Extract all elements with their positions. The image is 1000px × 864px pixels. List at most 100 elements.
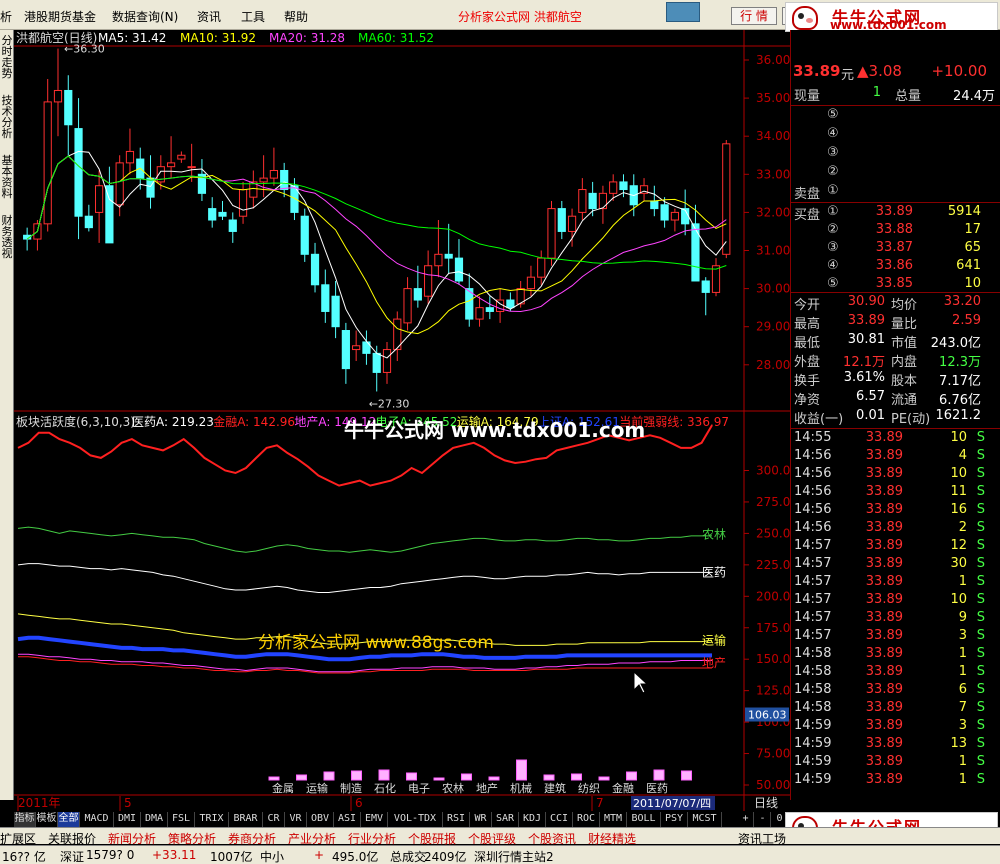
indicator-tab-emv[interactable]: EMV [361,812,388,827]
indicator-tab-mtm[interactable]: MTM [600,812,627,827]
candle-body [228,219,237,232]
stat-row: 净资 6.57 流通 6.76亿 [791,389,1000,408]
scroll-control-1[interactable]: + [738,812,754,827]
indicator-tick-label: 275.00 [756,495,790,509]
indicator-tab-vol-tdx[interactable]: VOL-TDX [388,812,443,827]
tick-time: 14:56 [794,448,832,463]
tick-price: 33.89 [865,556,903,571]
tick-price: 33.89 [865,466,903,481]
tick-volume: 30 [950,556,967,571]
indicator-tab-roc[interactable]: ROC [573,812,600,827]
menu-item-news[interactable]: 资讯 [197,8,221,25]
buy-row: ② 33.88 17 [791,222,1000,240]
indicator-tab-fsl[interactable]: FSL [168,812,195,827]
price-tick-label: 30.00 [756,282,790,296]
indicator-tab-cr[interactable]: CR [263,812,285,827]
menu-item-analysis[interactable]: 析 [0,8,12,25]
candle-body [382,349,392,373]
candle-body [105,185,114,244]
indicator-tab-vr[interactable]: VR [285,812,307,827]
indicator-tab-trix[interactable]: TRIX [195,812,229,827]
indicator-tab-dmi[interactable]: DMI [114,812,141,827]
sector-line-label: 农林 [702,528,726,542]
candle-body [567,215,577,232]
status-item: 中小 [260,850,285,864]
indicator-tab-boll[interactable]: BOLL [627,812,661,827]
candle-body [506,299,515,309]
indicator-tab-mcst[interactable]: MCST [688,812,722,827]
buy-volume: 5914 [947,204,981,219]
tick-volume: 13 [950,736,967,751]
tab-financials[interactable]: 财务透视 [0,215,14,259]
stat-value: 6.57 [856,389,885,404]
indicator-tab-模板[interactable]: 模板 [36,812,58,827]
tick-price: 33.89 [865,592,903,607]
buy-row: ④ 33.86 641 [791,258,1000,276]
sector-bar-label: 纺织 [578,781,600,795]
candle-body [588,192,597,210]
candle-body [321,284,330,312]
tick-price: 33.89 [865,538,903,553]
chart-area[interactable]: 36.00 35.00 34.00 33.00 32.00 31.00 30.00 29.00… [14,30,798,826]
buy-row: ③ 33.87 65 [791,240,1000,258]
indicator-tab-brar[interactable]: BRAR [229,812,263,827]
indicator-tab-sar[interactable]: SAR [492,812,519,827]
indicator-tab-rsi[interactable]: RSI [443,812,470,827]
candlestick-chart[interactable]: 36.00 35.00 34.00 33.00 32.00 31.00 30.00 29.00… [14,30,798,811]
status-item: 2409亿 [424,850,467,864]
tick-row: 14:55 33.89 10 S [791,430,1000,448]
menu-item-tools[interactable]: 工具 [241,8,265,25]
tick-price: 33.89 [865,628,903,643]
tick-volume: 2 [958,520,967,535]
current-value: 106.03 [748,709,787,722]
indicator-tab-asi[interactable]: ASI [334,812,361,827]
indicator-tab-obv[interactable]: OBV [307,812,334,827]
indicator-tab-全部[interactable]: 全部 [58,812,80,827]
indicator-tab-macd[interactable]: MACD [80,812,114,827]
sector-bar [516,759,527,781]
tick-side: S [976,592,985,607]
indicator-tab-wr[interactable]: WR [470,812,492,827]
tick-row: 14:59 33.89 3 S [791,718,1000,736]
candle-body [53,89,63,103]
candle-body [300,215,309,255]
sector-bar [461,773,472,781]
buy-price: 33.87 [875,240,913,255]
tick-price: 33.89 [865,664,903,679]
indicator-tab-psy[interactable]: PSY [661,812,688,827]
indicator-tab-指标[interactable]: 指标 [14,812,36,827]
tick-price: 33.89 [865,610,903,625]
tick-price: 33.89 [865,718,903,733]
tab-technical[interactable]: 技术分析 [0,95,14,139]
tick-volume: 4 [958,448,967,463]
tick-row: 14:59 33.89 1 S [791,772,1000,790]
tick-row: 14:58 33.89 6 S [791,682,1000,700]
ma-legend-4: MA60: 31.52 [358,31,434,45]
indicator-tab-dma[interactable]: DMA [141,812,168,827]
status-item: 深证 [60,850,85,864]
sector-line-nonglin [17,526,712,553]
tab-intraday[interactable]: 分时走势 [0,35,14,79]
buy-level: ① [827,204,839,219]
sector-bar [488,776,500,781]
candle-body [537,257,546,278]
menu-item-data-query[interactable]: 数据查询(N) [112,8,178,25]
scroll-control-2[interactable]: - [755,812,771,827]
tick-row: 14:57 33.89 10 S [791,592,1000,610]
menu-item-hk-futures[interactable]: 港股期货基金 [24,8,96,25]
indicator-tab-cci[interactable]: CCI [546,812,573,827]
chart-title: 洪都航空(日线) [16,30,97,45]
menu-item-help[interactable]: 帮助 [284,8,308,25]
indicator-tick-label: 50.00 [756,778,790,792]
stat-value: 3.61% [843,370,885,385]
tick-row: 14:58 33.89 1 S [791,646,1000,664]
tab-fundamentals[interactable]: 基本资料 [0,155,14,199]
selected-date: 2011/07/07/四 [633,797,711,810]
indicator-tick-label: 250.00 [756,526,790,540]
quote-button[interactable]: 行 情 [731,7,777,25]
sector-bar [653,769,665,781]
price-tick-label: 32.00 [756,205,790,219]
indicator-tab-kdj[interactable]: KDJ [519,812,546,827]
current-volume-label: 现量 [794,89,821,104]
stat-value: 30.81 [847,332,885,347]
